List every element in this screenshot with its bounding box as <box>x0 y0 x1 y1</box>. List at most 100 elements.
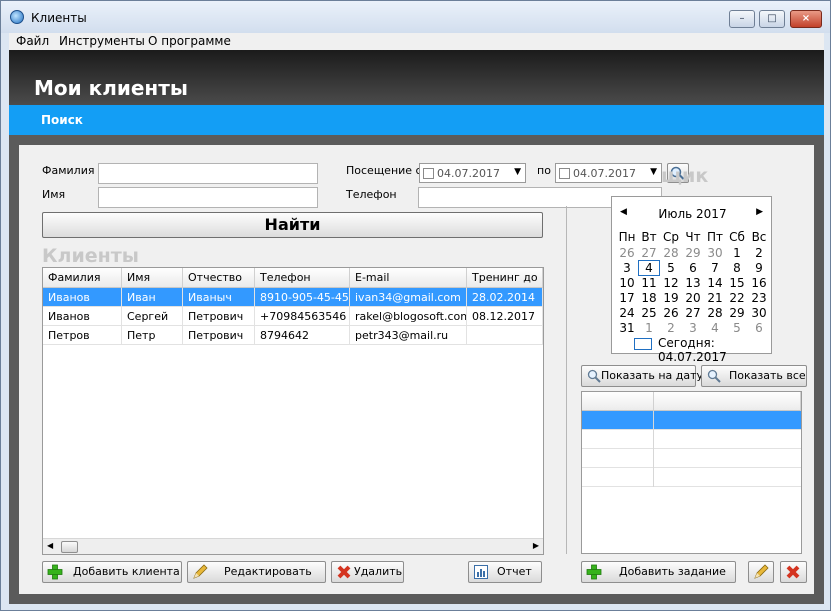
calendar-day[interactable]: 12 <box>660 276 682 290</box>
table-cell: petr343@mail.ru <box>350 326 467 345</box>
column-header-surname[interactable]: Фамилия <box>43 268 122 288</box>
calendar-day[interactable]: 2 <box>660 321 682 335</box>
calendar-day[interactable]: 5 <box>726 321 748 335</box>
show-all-button[interactable]: Показать все <box>701 365 807 387</box>
calendar-day[interactable]: 6 <box>682 261 704 275</box>
calendar-day[interactable]: 18 <box>638 291 660 305</box>
calendar-day[interactable]: 6 <box>748 321 770 335</box>
calendar-day[interactable]: 26 <box>616 246 638 260</box>
date-from-checkbox[interactable] <box>423 168 434 179</box>
calendar-day[interactable]: 24 <box>616 306 638 320</box>
edit-label: Редактировать <box>224 565 312 578</box>
column-header-email[interactable]: E-mail <box>350 268 467 288</box>
calendar-day[interactable]: 11 <box>638 276 660 290</box>
edit-task-button[interactable] <box>748 561 774 583</box>
calendar-next-icon[interactable]: ▶ <box>756 207 763 217</box>
calendar-day[interactable]: 30 <box>704 246 726 260</box>
calendar-day[interactable]: 28 <box>704 306 726 320</box>
calendar-day[interactable]: 5 <box>660 261 682 275</box>
add-task-button[interactable]: Добавить задание <box>581 561 736 583</box>
calendar-day[interactable]: 20 <box>682 291 704 305</box>
table-row[interactable] <box>582 468 801 487</box>
find-button[interactable]: Найти <box>42 212 543 238</box>
tab-search[interactable]: Поиск <box>41 113 83 127</box>
calendar-day[interactable]: 4 <box>704 321 726 335</box>
calendar-day[interactable]: 29 <box>682 246 704 260</box>
column-header-patronymic[interactable]: Отчество <box>183 268 255 288</box>
delete-label: Удалить <box>354 565 403 578</box>
calendar-day[interactable]: 23 <box>748 291 770 305</box>
add-client-button[interactable]: Добавить клиента <box>42 561 182 583</box>
calendar-day[interactable]: 16 <box>748 276 770 290</box>
calendar-day[interactable]: 13 <box>682 276 704 290</box>
scroll-thumb[interactable] <box>61 541 78 553</box>
table-cell: Иван <box>122 288 183 307</box>
calendar-day[interactable]: 26 <box>660 306 682 320</box>
minimize-button[interactable]: – <box>729 10 755 28</box>
title-bar[interactable]: Клиенты – □ × <box>1 1 830 33</box>
surname-input[interactable] <box>98 163 318 184</box>
calendar-day[interactable]: 1 <box>638 321 660 335</box>
calendar-day[interactable]: 1 <box>726 246 748 260</box>
calendar-today[interactable]: Сегодня: 04.07.2017 <box>658 336 771 364</box>
table-row[interactable]: Иванов Сергей Петрович +70984563546 rake… <box>43 307 543 326</box>
calendar-day[interactable]: 27 <box>682 306 704 320</box>
calendar-day[interactable]: 19 <box>660 291 682 305</box>
close-button[interactable]: × <box>790 10 822 28</box>
name-input[interactable] <box>98 187 318 208</box>
calendar-day[interactable]: 4 <box>638 260 660 276</box>
magnifier-icon <box>587 369 601 383</box>
calendar[interactable]: ◀ Июль 2017 ▶ Пн Вт Ср Чт Пт Сб Вс 26 27 28 29 30 1… <box>611 196 772 364</box>
calendar-day[interactable]: 22 <box>726 291 748 305</box>
table-cell: Петрович <box>183 307 255 326</box>
calendar-day[interactable]: 2 <box>748 246 770 260</box>
scroll-right-icon[interactable]: ▶ <box>533 541 539 550</box>
calendar-day[interactable]: 8 <box>726 261 748 275</box>
edit-button[interactable]: Редактировать <box>187 561 326 583</box>
show-on-date-button[interactable]: Показать на дату <box>581 365 703 387</box>
calendar-day[interactable]: 29 <box>726 306 748 320</box>
calendar-day[interactable]: 30 <box>748 306 770 320</box>
column-header-training[interactable]: Тренинг до <box>467 268 543 288</box>
chevron-down-icon[interactable]: ▼ <box>650 167 657 177</box>
date-from-picker[interactable]: 04.07.2017 ▼ <box>419 163 526 183</box>
date-to-checkbox[interactable] <box>559 168 570 179</box>
table-row[interactable]: Иванов Иван Иваныч 8910-905-45-45 ivan34… <box>43 288 543 307</box>
show-on-date-label: Показать на дату <box>601 369 704 382</box>
delete-task-button[interactable] <box>780 561 807 583</box>
calendar-day[interactable]: 9 <box>748 261 770 275</box>
calendar-day[interactable]: 17 <box>616 291 638 305</box>
pencil-icon <box>754 564 769 579</box>
column-header[interactable] <box>654 392 801 411</box>
calendar-day[interactable]: 27 <box>638 246 660 260</box>
calendar-day[interactable]: 15 <box>726 276 748 290</box>
delete-button[interactable]: Удалить <box>331 561 404 583</box>
menu-tools[interactable]: Инструменты <box>59 34 145 48</box>
calendar-day[interactable]: 28 <box>660 246 682 260</box>
calendar-day[interactable]: 3 <box>682 321 704 335</box>
scroll-left-icon[interactable]: ◀ <box>47 541 53 550</box>
calendar-day[interactable]: 7 <box>704 261 726 275</box>
date-from-value: 04.07.2017 <box>437 167 500 180</box>
calendar-day[interactable]: 3 <box>616 261 638 275</box>
date-to-picker[interactable]: 04.07.2017 ▼ <box>555 163 662 183</box>
calendar-day[interactable]: 21 <box>704 291 726 305</box>
chevron-down-icon[interactable]: ▼ <box>514 167 521 177</box>
calendar-day[interactable]: 10 <box>616 276 638 290</box>
table-row[interactable] <box>582 411 801 430</box>
table-row[interactable] <box>582 430 801 449</box>
menu-about[interactable]: О программе <box>148 34 231 48</box>
calendar-day[interactable]: 25 <box>638 306 660 320</box>
report-button[interactable]: Отчет <box>468 561 542 583</box>
table-cell: ivan34@gmail.com <box>350 288 467 307</box>
table-row[interactable]: Петров Петр Петрович 8794642 petr343@mai… <box>43 326 543 345</box>
calendar-day[interactable]: 14 <box>704 276 726 290</box>
table-row[interactable] <box>582 449 801 468</box>
column-header-phone[interactable]: Телефон <box>255 268 350 288</box>
horizontal-scrollbar[interactable]: ◀ ▶ <box>43 538 543 554</box>
menu-file[interactable]: Файл <box>16 34 49 48</box>
maximize-button[interactable]: □ <box>759 10 785 28</box>
column-header[interactable] <box>582 392 654 411</box>
column-header-name[interactable]: Имя <box>122 268 183 288</box>
calendar-day[interactable]: 31 <box>616 321 638 335</box>
